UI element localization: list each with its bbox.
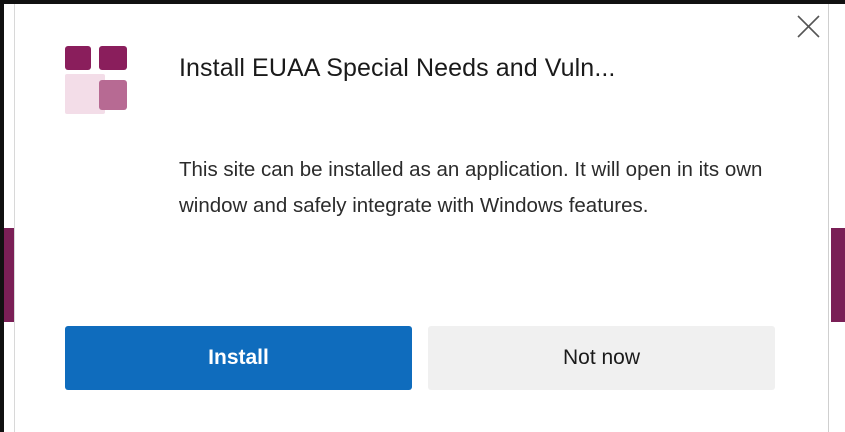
window-frame-left	[0, 0, 4, 432]
not-now-button[interactable]: Not now	[428, 326, 775, 390]
page: Install EUAA Special Needs and Vuln... T…	[0, 0, 845, 432]
background-brand-strip-right	[831, 228, 845, 322]
install-app-dialog: Install EUAA Special Needs and Vuln... T…	[14, 4, 829, 432]
background-brand-strip-left	[4, 228, 14, 322]
dialog-title: Install EUAA Special Needs and Vuln...	[179, 54, 616, 82]
background-page-right	[831, 4, 845, 432]
close-icon	[797, 15, 820, 38]
install-button[interactable]: Install	[65, 326, 412, 390]
app-logo-icon	[65, 46, 129, 114]
dialog-description: This site can be installed as an applica…	[179, 158, 763, 217]
close-button[interactable]	[791, 10, 825, 44]
